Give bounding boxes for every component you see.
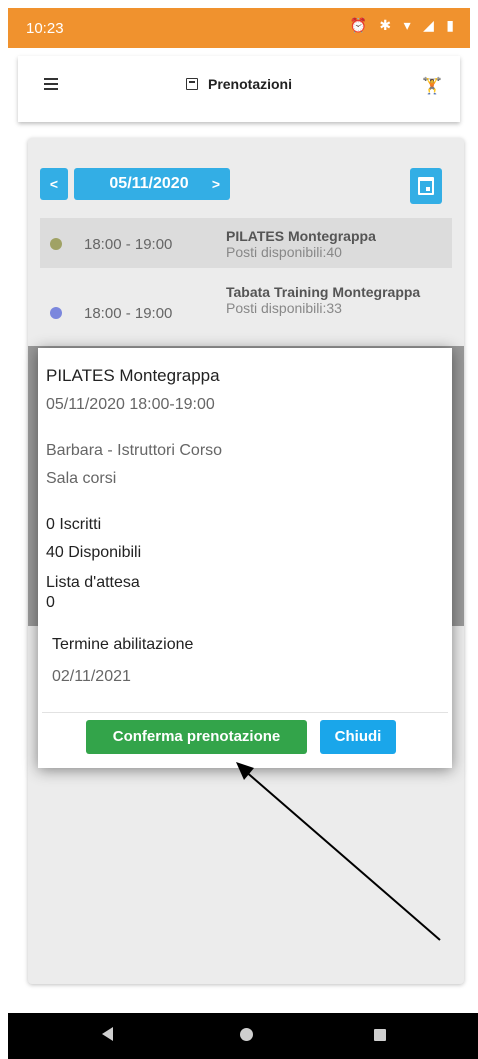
annotation-arrow (236, 762, 441, 941)
home-icon[interactable] (240, 1028, 253, 1041)
back-icon[interactable] (102, 1027, 113, 1041)
recent-apps-icon[interactable] (374, 1029, 386, 1041)
arrow-shaft (243, 769, 441, 941)
system-nav-bar (8, 1013, 478, 1059)
